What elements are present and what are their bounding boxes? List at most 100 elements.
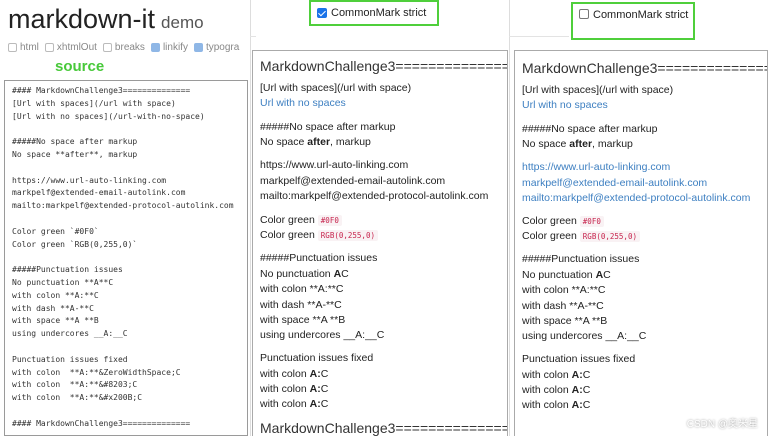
preview-fixed-line: with colon A:C: [522, 384, 590, 396]
preview-autolink-mailto[interactable]: mailto:markpelf@extended-protocol-autoli…: [522, 192, 750, 204]
preview-punct-dash: with dash **A-**C: [260, 299, 342, 311]
inline-code: RGB(0,255,0): [317, 230, 378, 241]
text-segment: Color green: [260, 229, 315, 241]
preview-color-rgb: Color green RGB(0,255,0): [522, 230, 640, 242]
app-title: markdown-it demo: [8, 4, 204, 35]
source-line: with dash **A-**C: [12, 303, 94, 313]
option-html-label: html: [20, 42, 39, 53]
bold-segment: after: [569, 138, 593, 150]
option-linkify-checkbox[interactable]: [150, 43, 160, 52]
preview-no-space-line: No space after, markup: [522, 138, 633, 150]
option-html-checkbox[interactable]: [8, 43, 17, 52]
preview-punct-heading: #####Punctuation issues: [260, 252, 378, 264]
commonmark-strict-checkbox-unchecked[interactable]: [579, 9, 589, 19]
preview-punct-under: using undercores __A:__C: [260, 329, 385, 341]
preview-punct-space: with space **A **B: [260, 314, 346, 326]
text-segment: C: [320, 383, 329, 395]
option-linkify[interactable]: linkify: [150, 42, 188, 53]
option-breaks[interactable]: breaks: [102, 42, 145, 53]
source-line: markpelf@extended-email-autolink.com: [12, 188, 186, 198]
text-segment: with colon: [522, 369, 572, 381]
source-line: No space **after**, markup: [12, 150, 138, 159]
text-segment: C: [341, 268, 349, 280]
text-segment: No punctuation: [260, 268, 334, 280]
preview-autolink-url[interactable]: https://www.url-auto-linking.com: [522, 161, 670, 173]
preview-fixed-line: with colon A:C: [522, 399, 590, 411]
preview-punct-dash: with dash **A-**C: [522, 300, 604, 312]
bold-segment: A:: [571, 399, 583, 411]
preview-no-space-line: No space after, markup: [260, 136, 371, 148]
bold-segment: A:: [571, 384, 583, 396]
bold-segment: A:: [309, 383, 321, 395]
source-line: with colon **A:**C: [12, 290, 99, 300]
text-segment: Color green: [522, 215, 577, 227]
preview-color-rgb: Color green RGB(0,255,0): [260, 229, 378, 241]
preview-fixed-title: Punctuation issues fixed: [522, 353, 636, 365]
panel-divider: [509, 0, 510, 436]
source-line: #### MarkdownChallenge3==============: [12, 418, 191, 428]
text-segment: Color green: [522, 230, 577, 242]
text-segment: with colon: [260, 368, 310, 380]
preview-autolink-email[interactable]: markpelf@extended-email-autolink.com: [522, 177, 707, 189]
divider-line: [250, 36, 256, 37]
preview-punct-space: with space **A **B: [522, 315, 608, 327]
preview-url-spaces: [Url with spaces](/url with space): [260, 82, 412, 94]
text-segment: Color green: [260, 214, 315, 226]
preview-punct-colon: with colon **A:**C: [522, 284, 606, 296]
text-segment: with colon: [522, 384, 572, 396]
text-segment: C: [582, 399, 591, 411]
source-line: with colon **A:**&ZeroWidthSpace;C: [12, 367, 181, 377]
preview-color-hex: Color green #0F0: [260, 214, 342, 226]
source-line: Color green `#0F0`: [12, 226, 99, 236]
source-line: using undercores __A:__C: [12, 329, 128, 339]
text-segment: C: [582, 369, 591, 381]
option-breaks-checkbox[interactable]: [102, 43, 112, 52]
preview-link-no-spaces[interactable]: Url with no spaces: [260, 97, 346, 109]
option-typographer-label: typogra: [205, 42, 240, 53]
preview-autolink-url: https://www.url-auto-linking.com: [260, 159, 409, 171]
watermark: CSDN @奥米星: [686, 419, 758, 430]
preview-link-no-spaces[interactable]: Url with no spaces: [522, 99, 608, 111]
preview-punct-heading: #####Punctuation issues: [522, 253, 640, 265]
source-line: [Url with no spaces](/url-with-no-space): [12, 111, 205, 121]
app-title-main: markdown-it: [8, 4, 156, 34]
option-breaks-label: breaks: [114, 42, 145, 53]
app-title-demo: demo: [161, 13, 204, 32]
preview-no-space-heading: #####No space after markup: [260, 121, 396, 133]
bold-segment: A:: [571, 369, 583, 381]
inline-code: #0F0: [317, 215, 342, 226]
preview-fixed-title: Punctuation issues fixed: [260, 352, 374, 364]
inline-code: #0F0: [579, 216, 604, 227]
commonmark-strict-toggle-on[interactable]: CommonMark strict: [309, 0, 439, 26]
commonmark-strict-checkbox-checked[interactable]: [317, 8, 327, 18]
preview-punct-no: No punctuation AC: [522, 269, 611, 281]
text-segment: C: [320, 398, 329, 410]
preview-punct-under: using undercores __A:__C: [522, 330, 647, 342]
source-line: Color green `RGB(0,255,0)`: [12, 239, 138, 249]
preview-no-space-heading: #####No space after markup: [522, 123, 658, 135]
option-typographer-checkbox[interactable]: [193, 43, 203, 52]
text-segment: C: [603, 269, 611, 281]
source-line: with colon **A:**&#x200B;C: [12, 393, 143, 403]
commonmark-strict-label: CommonMark strict: [593, 9, 689, 21]
source-line: #####Punctuation issues: [12, 265, 123, 275]
text-segment: with colon: [522, 399, 572, 411]
source-line: #### MarkdownChallenge3==============: [12, 86, 191, 95]
option-typographer[interactable]: typogra: [193, 42, 240, 53]
text-segment: No punctuation: [522, 269, 596, 281]
source-label: source: [55, 58, 105, 75]
option-xhtmlout-label: xhtmlOut: [56, 42, 97, 53]
option-html[interactable]: html: [8, 42, 39, 53]
bold-segment: A:: [309, 368, 321, 380]
preview-fixed-line: with colon A:C: [260, 368, 328, 380]
text-segment: with colon: [260, 383, 310, 395]
option-xhtmlout-checkbox[interactable]: [44, 43, 54, 52]
preview-fixed-line: with colon A:C: [522, 369, 590, 381]
source-editor[interactable]: #### MarkdownChallenge3============== [Ur…: [4, 80, 248, 436]
inline-code: RGB(0,255,0): [579, 231, 640, 242]
commonmark-strict-toggle-off[interactable]: CommonMark strict: [571, 2, 695, 40]
option-xhtmlout[interactable]: xhtmlOut: [44, 42, 97, 53]
source-line: No punctuation **A**C: [12, 278, 114, 287]
preview-heading: MarkdownChallenge3==============: [522, 60, 768, 76]
text-segment: C: [320, 368, 329, 380]
